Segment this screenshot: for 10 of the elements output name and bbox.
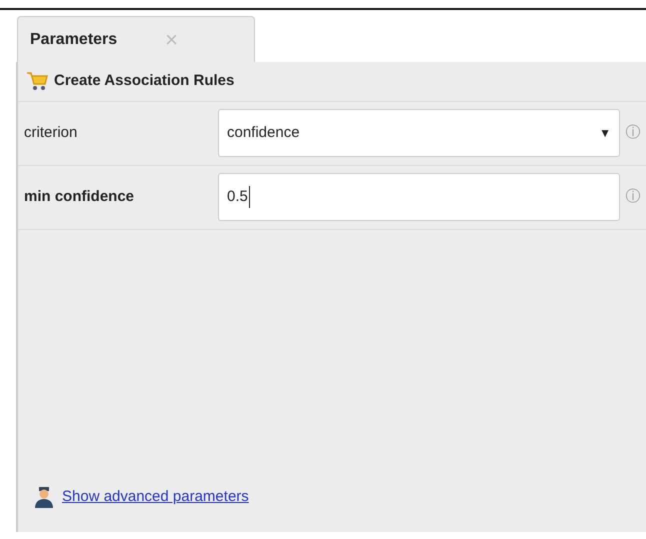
operator-title: Create Association Rules <box>54 71 234 91</box>
parameter-label: min confidence <box>24 186 136 207</box>
input-field[interactable]: 0.5 <box>218 173 620 221</box>
cart-icon <box>26 71 48 92</box>
parameters-tab[interactable]: Parameters × <box>17 16 255 62</box>
tab-label: Parameters <box>30 30 118 50</box>
show-advanced-parameters-link[interactable]: Show advanced parameters <box>62 486 249 508</box>
parameter-label: criterion <box>24 122 78 143</box>
criterion-dropdown[interactable]: confidence ▼ <box>218 109 620 157</box>
person-icon <box>34 486 54 508</box>
